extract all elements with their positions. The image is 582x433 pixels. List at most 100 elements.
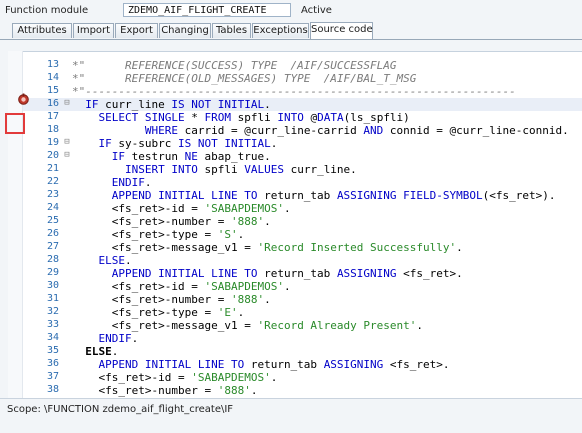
line-number: 14 xyxy=(46,72,59,83)
code-token: connid = @curr_line-connid. xyxy=(383,124,569,137)
code-line[interactable]: 16 ⊟ IF curr_line IS NOT INITIAL. xyxy=(8,98,582,111)
code-token: '888' xyxy=(230,215,265,228)
code-line[interactable]: 19 ⊟ IF sy-subrc IS NOT INITIAL. xyxy=(8,137,582,150)
source-code-editor[interactable]: 13 *" REFERENCE(SUCCESS) TYPE /AIF/SUCCES… xyxy=(8,51,582,399)
code-text: <fs_ret>-number = '888'. xyxy=(72,293,271,306)
code-token: . xyxy=(416,319,424,332)
code-token: . xyxy=(283,280,291,293)
code-line[interactable]: 15 *"------------------------------------… xyxy=(8,85,582,98)
code-line[interactable]: 24 <fs_ret>-id = 'SABAPDEMOS'. xyxy=(8,202,582,215)
code-text: <fs_ret>-number = '888'. xyxy=(72,384,258,397)
code-text: <fs_ret>-type = 'S'. xyxy=(72,228,244,241)
code-text: <fs_ret>-id = 'SABAPDEMOS'. xyxy=(72,202,291,215)
code-line[interactable]: 21 INSERT INTO spfli VALUES curr_line. xyxy=(8,163,582,176)
tab-attributes[interactable]: Attributes xyxy=(12,23,72,38)
code-token: @ xyxy=(303,111,318,124)
fold-gutter xyxy=(62,241,72,254)
code-token: 'SABAPDEMOS' xyxy=(204,280,284,293)
code-line[interactable]: 26 <fs_ret>-type = 'S'. xyxy=(8,228,582,241)
code-line[interactable]: 14 *" REFERENCE(OLD_MESSAGES) TYPE /AIF/B… xyxy=(8,72,582,85)
code-token: '888' xyxy=(230,293,265,306)
code-token: <fs_ret>-number = xyxy=(111,293,231,306)
fold-toggle-icon[interactable]: ⊟ xyxy=(62,150,72,163)
line-number: 18 xyxy=(46,124,59,135)
code-line[interactable]: 29 APPEND INITIAL LINE TO return_tab ASS… xyxy=(8,267,582,280)
code-token: *" REFERENCE(OLD_MESSAGES) TYPE /AIF/BAL… xyxy=(72,72,417,85)
code-token: IF xyxy=(98,137,112,150)
tab-source-code[interactable]: Source code xyxy=(310,22,373,39)
code-line[interactable]: 35 ELSE. xyxy=(8,345,582,358)
line-number: 16 xyxy=(46,98,59,109)
code-token: . xyxy=(283,202,291,215)
code-line[interactable]: 20 ⊟ IF testrun NE abap_true. xyxy=(8,150,582,163)
fold-toggle-icon[interactable]: ⊟ xyxy=(62,98,72,111)
code-line[interactable]: 17 SELECT SINGLE * FROM spfli INTO @DATA… xyxy=(8,111,582,124)
code-text: WHERE carrid = @curr_line-carrid AND con… xyxy=(72,124,569,137)
code-token: . xyxy=(270,137,278,150)
code-line[interactable]: 36 APPEND INITIAL LINE TO return_tab ASS… xyxy=(8,358,582,371)
code-line[interactable]: 13 *" REFERENCE(SUCCESS) TYPE /AIF/SUCCES… xyxy=(8,59,582,72)
code-line[interactable]: 27 <fs_ret>-message_v1 = 'Record Inserte… xyxy=(8,241,582,254)
code-line[interactable]: 38 <fs_ret>-number = '888'. xyxy=(8,384,582,397)
code-line[interactable]: 22 ENDIF. xyxy=(8,176,582,189)
code-line[interactable]: 32 <fs_ret>-type = 'E'. xyxy=(8,306,582,319)
code-line[interactable]: 31 <fs_ret>-number = '888'. xyxy=(8,293,582,306)
tab-import[interactable]: Import xyxy=(73,23,114,38)
code-token: INSERT INTO xyxy=(124,163,198,176)
line-number: 20 xyxy=(46,150,59,161)
code-line[interactable]: 25 <fs_ret>-number = '888'. xyxy=(8,215,582,228)
line-number: 29 xyxy=(46,267,59,278)
function-module-label: Function module xyxy=(5,5,89,16)
code-line[interactable]: 34 ENDIF. xyxy=(8,332,582,345)
fold-gutter xyxy=(62,319,72,332)
code-token: IS NOT INITIAL xyxy=(171,98,265,111)
fold-toggle-icon[interactable]: ⊟ xyxy=(62,137,72,150)
breakpoint-icon[interactable] xyxy=(17,93,30,106)
code-token: APPEND INITIAL LINE TO xyxy=(111,267,258,280)
code-line[interactable]: 30 <fs_ret>-id = 'SABAPDEMOS'. xyxy=(8,280,582,293)
code-line[interactable]: 18 WHERE carrid = @curr_line-carrid AND … xyxy=(8,124,582,137)
code-token: 'Record Inserted Successfully' xyxy=(257,241,457,254)
code-text: APPEND INITIAL LINE TO return_tab ASSIGN… xyxy=(72,358,450,371)
line-number: 21 xyxy=(46,163,59,174)
code-token: (ls_spfli) xyxy=(343,111,410,124)
code-text: APPEND INITIAL LINE TO return_tab ASSIGN… xyxy=(72,189,556,202)
code-text: ENDIF. xyxy=(72,176,152,189)
code-token: spfli xyxy=(197,163,245,176)
code-token: . xyxy=(264,215,271,228)
code-text: *"--------------------------------------… xyxy=(72,85,516,98)
code-token: WHERE xyxy=(144,124,178,137)
tab-tables[interactable]: Tables xyxy=(212,23,251,38)
tab-exceptions[interactable]: Exceptions xyxy=(252,23,309,38)
code-line[interactable]: 23 APPEND INITIAL LINE TO return_tab ASS… xyxy=(8,189,582,202)
fold-gutter xyxy=(62,267,72,280)
code-line[interactable]: 28 ELSE. xyxy=(8,254,582,267)
code-token: IS NOT INITIAL xyxy=(177,137,271,150)
code-line[interactable]: 37 <fs_ret>-id = 'SABAPDEMOS'. xyxy=(8,371,582,384)
line-number: 35 xyxy=(46,345,59,356)
code-text: <fs_ret>-message_v1 = 'Record Inserted S… xyxy=(72,241,463,254)
code-token: <fs_ret>-type = xyxy=(111,306,218,319)
function-module-header: Function module ZDEMO_AIF_FLIGHT_CREATE … xyxy=(0,0,582,22)
code-text: IF testrun NE abap_true. xyxy=(72,150,271,163)
line-number: 24 xyxy=(46,202,59,213)
tab-export[interactable]: Export xyxy=(115,23,158,38)
code-token: <fs_ret>-message_v1 = xyxy=(111,319,258,332)
function-module-name-field[interactable]: ZDEMO_AIF_FLIGHT_CREATE xyxy=(123,3,291,17)
line-number: 17 xyxy=(46,111,59,122)
code-token: ENDIF xyxy=(111,176,145,189)
tab-changing[interactable]: Changing xyxy=(159,23,211,38)
line-number: 36 xyxy=(46,358,59,369)
line-number: 37 xyxy=(46,371,59,382)
line-number: 27 xyxy=(46,241,59,252)
code-token: return_tab xyxy=(257,267,337,280)
code-token: ELSE xyxy=(98,254,126,267)
code-line[interactable]: 33 <fs_ret>-message_v1 = 'Record Already… xyxy=(8,319,582,332)
code-token: carrid = @curr_line-carrid xyxy=(177,124,364,137)
